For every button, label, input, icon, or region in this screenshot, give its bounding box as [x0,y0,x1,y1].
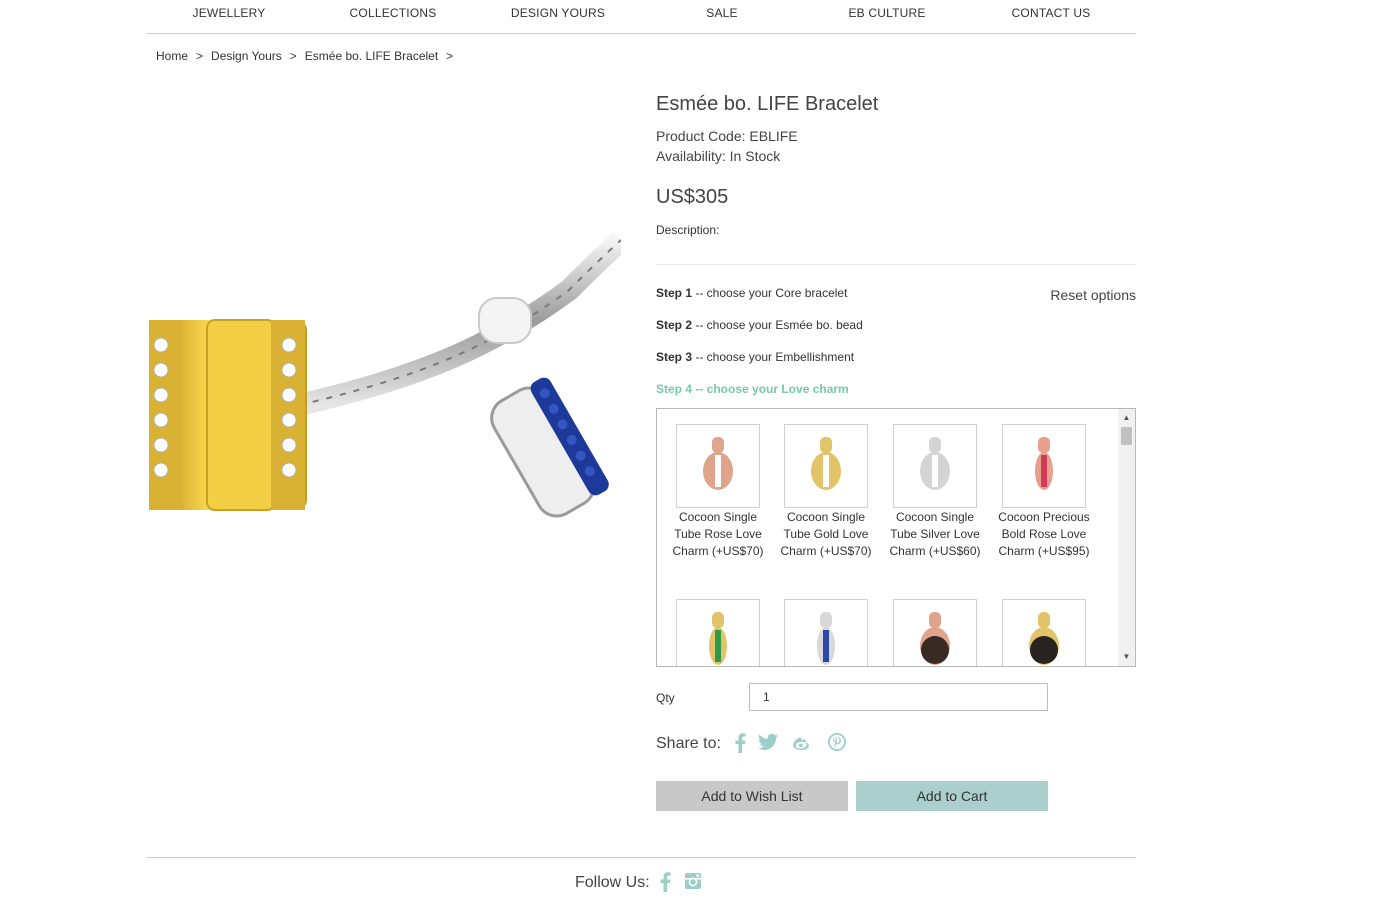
nav-collections[interactable]: COLLECTIONS [350,6,437,20]
step-2[interactable]: Step 2 -- choose your Esmée bo. bead [656,318,863,332]
pinterest-icon[interactable] [828,733,846,751]
top-nav: JEWELLERY COLLECTIONS DESIGN YOURS SALE … [146,0,1136,34]
charm-image [703,437,733,490]
qty-input[interactable] [749,683,1048,711]
charm-image [811,437,841,490]
nav-sale[interactable]: SALE [706,6,738,20]
charm-image [709,612,727,665]
charm-option[interactable]: Cocoon Single Tube Gold Love Charm (+US$… [776,424,876,560]
charm-option[interactable]: Cocoon Single Tube Rose Love Charm (+US$… [668,424,768,560]
breadcrumb-design-yours[interactable]: Design Yours [211,49,282,63]
step-1[interactable]: Step 1 -- choose your Core bracelet [656,286,847,300]
step-3[interactable]: Step 3 -- choose your Embellishment [656,350,854,364]
share-label: Share to: [656,735,721,752]
nav-contact-us[interactable]: CONTACT US [1012,6,1091,20]
charm-thumbnail[interactable] [784,599,868,666]
follow-us-label: Follow Us: [575,874,650,891]
facebook-icon[interactable] [658,872,672,892]
charm-image [1029,612,1059,665]
scroll-thumb[interactable] [1121,427,1132,445]
charm-image [920,437,950,490]
charm-thumbnail[interactable] [893,424,977,508]
charm-thumbnail[interactable] [1002,599,1086,666]
charm-name: Cocoon Single Tube Silver Love Charm (+U… [889,510,981,558]
twitter-icon[interactable] [758,733,778,751]
scroll-up-arrow[interactable]: ▲ [1118,411,1135,425]
charm-option[interactable]: Cocoon Precious Bold Rose Love Charm (+U… [994,424,1094,560]
divider [656,264,1136,265]
charm-name: Cocoon Single Tube Gold Love Charm (+US$… [780,510,872,558]
charm-option[interactable]: Cocoon Single Tube Silver Love Charm (+U… [885,424,985,560]
charm-name: Cocoon Single Tube Rose Love Charm (+US$… [672,510,764,558]
charm-image [817,612,835,665]
product-image [149,231,621,518]
facebook-icon[interactable] [733,733,747,753]
product-page: JEWELLERY COLLECTIONS DESIGN YOURS SALE … [0,0,1386,905]
breadcrumb: Home > Design Yours > Esmée bo. LIFE Bracele… [156,49,461,63]
charm-option[interactable] [994,599,1094,666]
charm-thumbnail[interactable] [676,424,760,508]
breadcrumb-home[interactable]: Home [156,49,188,63]
charm-option[interactable] [885,599,985,666]
charm-thumbnail[interactable] [676,599,760,666]
breadcrumb-separator: > [196,49,204,63]
scroll-down-arrow[interactable]: ▼ [1118,650,1135,664]
charm-image [920,612,950,665]
step-4[interactable]: Step 4 -- choose your Love charm [656,382,849,396]
nav-jewellery[interactable]: JEWELLERY [193,6,266,20]
add-to-cart-button[interactable]: Add to Cart [856,781,1048,811]
charm-list[interactable]: Cocoon Single Tube Rose Love Charm (+US$… [656,408,1136,667]
nav-design-yours[interactable]: DESIGN YOURS [511,6,605,20]
charm-thumbnail[interactable] [1002,424,1086,508]
reset-options-link[interactable]: Reset options [1050,287,1136,303]
breadcrumb-separator: > [289,49,297,63]
add-to-wish-list-button[interactable]: Add to Wish List [656,781,848,811]
weibo-icon[interactable] [792,733,814,751]
product-code: Product Code: EBLIFE [656,128,798,144]
breadcrumb-separator: > [446,49,454,63]
charm-thumbnail[interactable] [893,599,977,666]
description-label: Description: [656,223,720,237]
charm-option[interactable] [668,599,768,666]
scrollbar[interactable]: ▲ ▼ [1118,409,1135,666]
breadcrumb-current[interactable]: Esmée bo. LIFE Bracelet [305,49,438,63]
product-availability: Availability: In Stock [656,148,781,164]
charm-name: Cocoon Precious Bold Rose Love Charm (+U… [998,510,1090,558]
nav-eb-culture[interactable]: EB CULTURE [848,6,925,20]
product-price: US$305 [656,186,729,208]
instagram-icon[interactable] [684,872,702,890]
qty-label: Qty [656,691,675,705]
footer-divider [146,857,1136,858]
product-title: Esmée bo. LIFE Bracelet [656,93,879,115]
charm-image [1035,437,1053,490]
charm-option[interactable] [776,599,876,666]
charm-thumbnail[interactable] [784,424,868,508]
